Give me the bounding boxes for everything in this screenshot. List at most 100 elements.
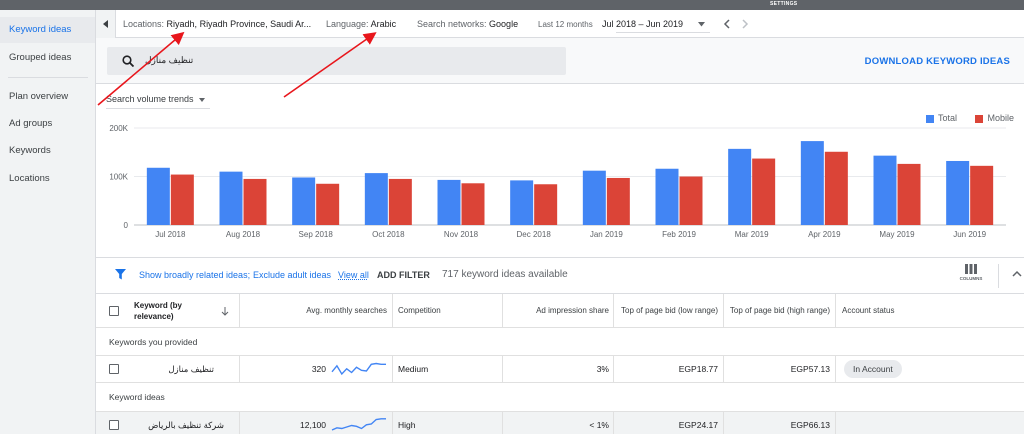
keyword-search-box[interactable]: تنظيف منازل — [107, 47, 566, 75]
bar-total — [946, 160, 970, 225]
bar-mobile — [897, 163, 921, 225]
x-tick-label: Dec 2018 — [517, 230, 552, 239]
locations-filter[interactable]: Locations: Riyadh, Riyadh Province, Saud… — [123, 19, 311, 29]
bar-mobile — [534, 184, 558, 225]
sidebar-item-keywords[interactable]: Keywords — [0, 138, 95, 164]
sort-arrow-down-icon[interactable] — [221, 307, 229, 316]
collapse-sidebar-button[interactable] — [96, 10, 116, 38]
language-filter[interactable]: Language: Arabic — [326, 19, 396, 29]
group-label-ideas: Keyword ideas — [109, 392, 165, 402]
columns-label: COLUMNS — [959, 276, 983, 281]
exclude-adult-ideas-link[interactable]: Exclude adult ideas — [253, 270, 331, 280]
y-tick-label: 100K — [109, 173, 128, 182]
avg-searches-cell: 12,100 — [300, 420, 326, 430]
chevron-up-icon[interactable] — [1012, 270, 1022, 277]
row-checkbox[interactable] — [109, 364, 119, 374]
x-tick-label: Jul 2018 — [155, 230, 186, 239]
sidebar-item-grouped-ideas[interactable]: Grouped ideas — [0, 45, 95, 71]
x-tick-label: Mar 2019 — [735, 230, 769, 239]
caret-left-icon — [102, 20, 108, 28]
x-tick-label: Oct 2018 — [372, 230, 405, 239]
bar-mobile — [752, 158, 776, 225]
header-keyword[interactable]: Keyword (by relevance) — [134, 294, 214, 327]
col-divider — [613, 412, 614, 434]
bar-total — [292, 177, 316, 225]
x-tick-label: May 2019 — [879, 230, 915, 239]
col-divider — [613, 356, 614, 382]
col-divider — [502, 294, 503, 327]
select-all-checkbox[interactable] — [109, 305, 119, 316]
bar-mobile — [970, 165, 994, 225]
keyword-cell: شركة تنظيف بالرياض — [148, 419, 224, 430]
avg-searches-cell: 320 — [311, 364, 326, 374]
col-divider — [502, 412, 503, 434]
header-bid-high[interactable]: Top of page bid (high range) — [727, 294, 830, 327]
col-divider — [239, 356, 240, 382]
x-tick-label: Feb 2019 — [662, 230, 696, 239]
networks-value: Google — [489, 19, 519, 29]
toolbar-divider — [998, 264, 999, 288]
keyword-count-text: 717 keyword ideas available — [442, 269, 568, 280]
bar-mobile — [824, 151, 848, 225]
col-divider — [392, 294, 393, 327]
sparkline-path — [331, 362, 386, 376]
search-input-value[interactable]: تنظيف منازل — [145, 55, 193, 66]
bar-total — [655, 168, 679, 225]
trend-sparkline — [331, 362, 386, 376]
impression-share-cell: 3% — [596, 364, 609, 374]
x-tick-label: Nov 2018 — [444, 230, 479, 239]
bar-mobile — [388, 178, 412, 225]
settings-label[interactable]: SETTINGS — [770, 1, 797, 7]
bid-high-cell: EGP66.13 — [790, 420, 830, 430]
bar-mobile — [243, 178, 267, 225]
col-divider — [835, 412, 836, 434]
col-divider — [835, 356, 836, 382]
sidebar: Keyword ideas Grouped ideas Plan overvie… — [0, 10, 96, 434]
x-tick-label: Jan 2019 — [590, 230, 623, 239]
row-select-cell — [109, 356, 119, 382]
table-header-row: Keyword (by relevance) Avg. monthly sear… — [96, 293, 1024, 327]
header-select-cell — [109, 294, 119, 327]
header-account-status[interactable]: Account status — [842, 294, 962, 327]
header-ad-impression-share[interactable]: Ad impression share — [506, 294, 609, 327]
bid-low-cell: EGP18.77 — [678, 364, 718, 374]
columns-button[interactable]: COLUMNS — [956, 264, 986, 281]
date-range-select[interactable]: Jul 2018 – Jun 2019 — [602, 19, 683, 29]
prev-period-icon[interactable] — [723, 19, 731, 29]
locations-value: Riyadh, Riyadh Province, Saudi Ar... — [166, 19, 312, 29]
table-row[interactable]: تنظيف منازل 320 Medium 3% EGP18.77 EGP57… — [96, 355, 1024, 382]
search-volume-chart: Search volume trends Total Mobile 0 100K 2… — [96, 85, 1024, 255]
sidebar-item-ad-groups[interactable]: Ad groups — [0, 111, 95, 137]
filter-funnel-icon[interactable] — [115, 269, 126, 280]
table-row[interactable]: شركة تنظيف بالرياض 12,100 High < 1% EGP2… — [96, 411, 1024, 434]
chevron-down-icon[interactable] — [698, 22, 705, 27]
col-divider — [723, 412, 724, 434]
language-label: Language: — [326, 19, 369, 29]
trend-sparkline — [331, 418, 386, 431]
header-bid-low[interactable]: Top of page bid (low range) — [617, 294, 718, 327]
bar-total — [510, 180, 534, 225]
networks-filter[interactable]: Search networks: Google — [417, 19, 518, 29]
add-filter-button[interactable]: ADD FILTER — [377, 270, 430, 280]
download-keyword-ideas-button[interactable]: DOWNLOAD KEYWORD IDEAS — [865, 56, 1010, 67]
sidebar-item-locations[interactable]: Locations — [0, 166, 95, 192]
sparkline-path — [331, 418, 386, 431]
sidebar-item-keyword-ideas[interactable]: Keyword ideas — [0, 17, 95, 43]
col-divider — [239, 294, 240, 327]
keyword-table: Keyword (by relevance) Avg. monthly sear… — [96, 293, 1024, 434]
header-competition[interactable]: Competition — [398, 294, 498, 327]
next-period-icon[interactable] — [741, 19, 749, 29]
view-all-link[interactable]: View all — [338, 270, 369, 280]
header-avg-monthly-searches[interactable]: Avg. monthly searches — [246, 294, 387, 327]
bar-chart-svg: 0 100K 200K Jul 2018 Aug 2018 Sep 2018 Oct 201… — [109, 124, 1006, 239]
bid-low-cell: EGP24.17 — [678, 420, 718, 430]
competition-cell: High — [398, 420, 416, 430]
sidebar-item-plan-overview[interactable]: Plan overview — [0, 84, 95, 110]
language-value: Arabic — [370, 19, 397, 29]
networks-label: Search networks: — [417, 19, 487, 29]
in-account-chip: In Account — [844, 360, 902, 378]
bar-mobile — [461, 183, 485, 225]
row-checkbox[interactable] — [109, 420, 119, 430]
show-broadly-related-link[interactable]: Show broadly related ideas; — [139, 270, 250, 280]
bar-total — [582, 170, 606, 225]
